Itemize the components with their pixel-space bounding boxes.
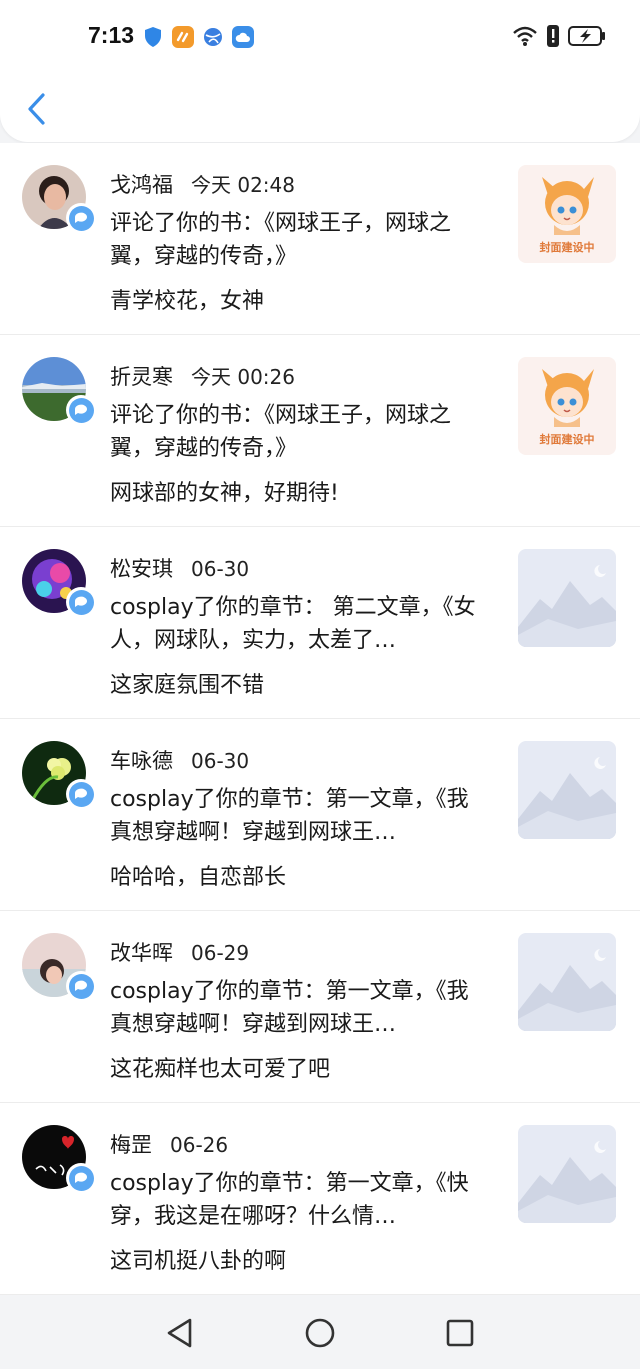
action-text: cosplay了你的章节：第一文章，《快穿，我这是在哪呀？什么情…	[110, 1171, 469, 1229]
name-line: 改华晖 06-29	[110, 937, 249, 967]
action-text: 评论了你的书：《网球王子，网球之翼，穿越的传奇，》	[110, 403, 452, 461]
book-cover[interactable]: 封面建设中	[518, 357, 616, 455]
comment-text: 这家庭氛围不错	[110, 673, 265, 698]
name-line: 戈鸿福 今天 02:48	[110, 169, 295, 199]
timestamp: 06-30	[191, 749, 250, 773]
action-text: cosplay了你的章节：第一文章，《我真想穿越啊！穿越到网球王…	[110, 787, 469, 845]
system-nav-bar	[0, 1296, 640, 1369]
cloud-icon	[232, 26, 254, 48]
status-icons-right	[512, 24, 606, 52]
comment-badge	[66, 587, 96, 617]
avatar-wrap	[22, 1125, 96, 1193]
list-item[interactable]: 戈鸿福 今天 02:48 评论了你的书：《网球王子，网球之翼，穿越的传奇，》 青…	[0, 143, 640, 335]
name-line: 松安琪 06-30	[110, 553, 249, 583]
alert-icon	[546, 24, 560, 52]
comment-badge	[66, 779, 96, 809]
chat-bubble-icon	[75, 1172, 87, 1183]
action-text: 评论了你的书：《网球王子，网球之翼，穿越的传奇，》	[110, 211, 452, 269]
comment-badge	[66, 971, 96, 1001]
shield-icon	[142, 26, 164, 48]
nav-home-button[interactable]	[300, 1313, 340, 1353]
cover-label: 封面建设中	[539, 241, 595, 254]
home-circle-icon	[305, 1318, 335, 1347]
chat-bubble-icon	[75, 212, 87, 223]
battery-charging-icon	[568, 25, 606, 51]
cover-placeholder-icon	[518, 757, 616, 839]
comment-badge	[66, 203, 96, 233]
book-cover[interactable]	[518, 549, 616, 647]
list-item[interactable]: 梅罡 06-26 cosplay了你的章节：第一文章，《快穿，我这是在哪呀？什么…	[0, 1103, 640, 1295]
chat-bubble-icon	[75, 980, 87, 991]
book-cover[interactable]: 封面建设中	[518, 165, 616, 263]
chat-bubble-icon	[75, 788, 87, 799]
back-triangle-icon	[167, 1318, 192, 1347]
avatar-wrap	[22, 165, 96, 233]
cover-label: 封面建设中	[539, 433, 595, 446]
cover-placeholder-icon	[518, 565, 616, 647]
comment-text: 青学校花，女神	[110, 289, 265, 314]
name-line: 梅罡 06-26	[110, 1129, 228, 1159]
chat-bubble-icon	[75, 596, 87, 607]
timestamp: 06-26	[170, 1133, 229, 1157]
comment-text: 这花痴样也太可爱了吧	[110, 1057, 331, 1082]
timestamp: 今天 00:26	[191, 365, 295, 389]
comment-text: 这司机挺八卦的啊	[110, 1249, 287, 1274]
avatar-wrap	[22, 357, 96, 425]
nav-recents-button[interactable]	[440, 1313, 480, 1353]
timestamp: 06-29	[191, 941, 250, 965]
user-name[interactable]: 车咏德	[110, 745, 173, 775]
name-line: 折灵寒 今天 00:26	[110, 361, 295, 391]
avatar-wrap	[22, 549, 96, 617]
book-cover[interactable]	[518, 933, 616, 1031]
chat-bubble-icon	[75, 404, 87, 415]
list-item[interactable]: 折灵寒 今天 00:26 评论了你的书：《网球王子，网球之翼，穿越的传奇，》 网…	[0, 335, 640, 527]
timestamp: 06-30	[191, 557, 250, 581]
timestamp: 今天 02:48	[191, 173, 295, 197]
list-item[interactable]: 松安琪 06-30 cosplay了你的章节： 第二文章，《女人，网球队，实力，…	[0, 527, 640, 719]
user-name[interactable]: 松安琪	[110, 553, 173, 583]
cover-placeholder-icon	[518, 1141, 616, 1223]
app-icon	[172, 26, 194, 48]
status-time: 7:13	[88, 22, 135, 48]
name-line: 车咏德 06-30	[110, 745, 249, 775]
user-name[interactable]: 折灵寒	[110, 361, 173, 391]
back-button[interactable]	[18, 86, 54, 132]
avatar-wrap	[22, 933, 96, 1001]
browser-icon	[202, 26, 224, 48]
user-name[interactable]: 戈鸿福	[110, 169, 173, 199]
cover-placeholder-icon	[518, 949, 616, 1031]
user-name[interactable]: 梅罡	[110, 1129, 152, 1159]
book-cover[interactable]	[518, 741, 616, 839]
comment-badge	[66, 1163, 96, 1193]
chevron-left-icon	[28, 93, 45, 125]
avatar-wrap	[22, 741, 96, 809]
book-cover[interactable]	[518, 1125, 616, 1223]
recents-square-icon	[446, 1319, 474, 1346]
user-name[interactable]: 改华晖	[110, 937, 173, 967]
wifi-icon	[512, 25, 538, 51]
action-text: cosplay了你的章节：第一文章，《我真想穿越啊！穿越到网球王…	[110, 979, 469, 1037]
status-icons-left	[142, 26, 254, 48]
comment-text: 哈哈哈，自恋部长	[110, 865, 287, 890]
comment-text: 网球部的女神，好期待!	[110, 481, 339, 506]
action-text: cosplay了你的章节： 第二文章，《女人，网球队，实力，太差了…	[110, 595, 476, 653]
list-item[interactable]: 改华晖 06-29 cosplay了你的章节：第一文章，《我真想穿越啊！穿越到网…	[0, 911, 640, 1103]
nav-back-button[interactable]	[160, 1313, 200, 1353]
comment-badge	[66, 395, 96, 425]
notification-list: 戈鸿福 今天 02:48 评论了你的书：《网球王子，网球之翼，穿越的传奇，》 青…	[0, 143, 640, 1295]
list-item[interactable]: 车咏德 06-30 cosplay了你的章节：第一文章，《我真想穿越啊！穿越到网…	[0, 719, 640, 911]
top-app-bar: 7:13	[0, 0, 640, 142]
